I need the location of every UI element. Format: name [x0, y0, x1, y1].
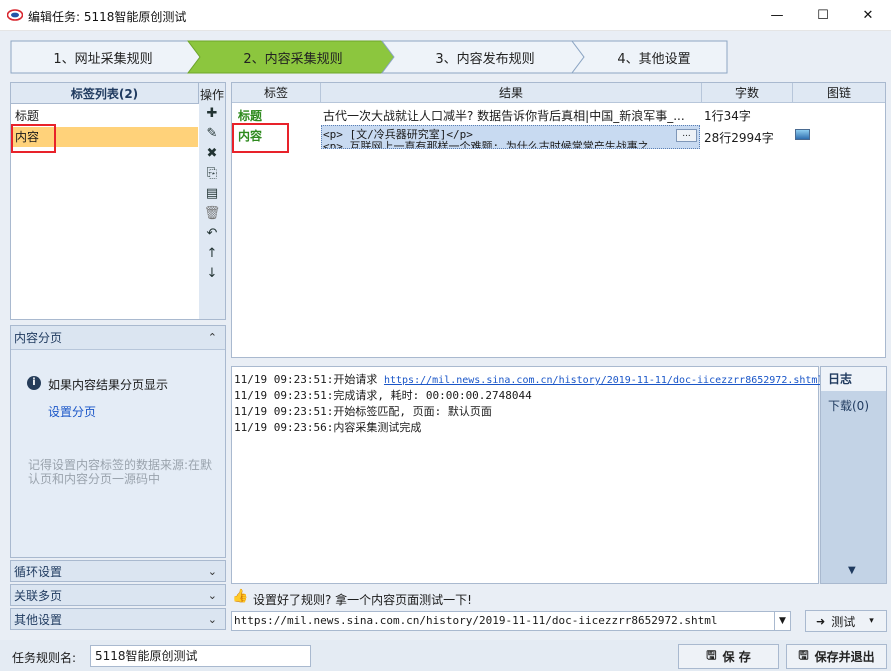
scroll-down-icon[interactable]: ▼ — [848, 565, 856, 576]
maximize-icon: ☐ — [817, 8, 829, 23]
task-name-label: 任务规则名: — [12, 651, 77, 665]
maximize-button[interactable]: ☐ — [800, 0, 846, 31]
log-panel: 11/19 09:23:51:开始请求 https://mil.news.sin… — [231, 366, 823, 584]
pagination-info-text: 如果内容结果分页显示 — [48, 378, 169, 392]
set-pagination-link[interactable]: 设置分页 — [48, 403, 96, 420]
save-icon: 🖫 — [706, 648, 717, 662]
chevron-down-icon: ⌄ — [207, 612, 217, 626]
login-arrow-icon: ➜ — [816, 614, 826, 628]
col-header-image[interactable]: 图链 — [793, 83, 885, 103]
accordion-label: 其他设置 — [14, 612, 63, 627]
minimize-button[interactable]: — — [754, 0, 800, 31]
paste-icon[interactable]: ▤ — [203, 185, 221, 201]
window-title: 编辑任务: 5118智能原创测试 — [28, 10, 187, 24]
tab-log[interactable]: 日志 — [821, 367, 886, 391]
col-header-count[interactable]: 字数 — [702, 83, 793, 103]
save-icon: 🖫 — [798, 648, 809, 662]
save-exit-button[interactable]: 🖫 保存并退出 — [786, 644, 887, 669]
chevron-down-icon: ⌄ — [207, 588, 217, 602]
copy-icon[interactable]: ⎘ — [203, 165, 221, 181]
tag-item-title[interactable]: 标题 — [12, 106, 198, 126]
collapse-up-icon[interactable]: ⌃ — [208, 331, 217, 344]
pagination-hint: 记得设置内容标签的数据来源:在默认页和内容分页一源码中 — [28, 458, 213, 486]
grid-row2-result-cell[interactable]: <p> [文/冷兵器研究室]</p> <p> 互联网上一直有那样一个难题: 为什… — [321, 125, 700, 149]
image-link-icon[interactable] — [795, 129, 810, 140]
pagination-header[interactable]: 内容分页 ⌃ — [11, 326, 225, 350]
log-line-text: 11/19 09:23:51:开始请求 — [234, 373, 384, 386]
delete-icon[interactable]: ✖ — [203, 145, 221, 161]
tab-download[interactable]: 下载(0) — [828, 397, 869, 414]
grid-row1-count: 1行34字 — [704, 109, 751, 123]
chevron-down-icon[interactable]: ▾ — [869, 616, 874, 626]
accordion-loop-settings[interactable]: 循环设置 ⌄ — [10, 560, 226, 582]
hint-text: 设置好了规则? 拿一个内容页面测试一下! — [253, 593, 472, 607]
info-icon: i — [27, 376, 41, 390]
step-content-rules[interactable]: 2、内容采集规则 — [196, 40, 390, 74]
chevron-down-icon: ⌄ — [207, 564, 217, 578]
wizard-steps: 1、网址采集规则 2、内容采集规则 3、内容发布规则 4、其他设置 — [10, 40, 728, 74]
task-name-input[interactable]: 5118智能原创测试 — [90, 645, 311, 667]
col-header-result[interactable]: 结果 — [321, 83, 702, 103]
step-publish-rules[interactable]: 3、内容发布规则 — [390, 40, 580, 74]
highlight-box-tag — [11, 124, 56, 153]
title-bar: 编辑任务: 5118智能原创测试 — ☐ ✕ — [0, 0, 891, 31]
log-line: 11/19 09:23:56:内容采集测试完成 — [234, 421, 422, 434]
accordion-label: 关联多页 — [14, 588, 63, 603]
test-url-input[interactable]: https://mil.news.sina.com.cn/history/201… — [234, 614, 772, 627]
close-button[interactable]: ✕ — [845, 0, 891, 31]
app-logo-icon — [7, 9, 23, 21]
pagination-header-label: 内容分页 — [14, 331, 63, 345]
hint-row: 👍 设置好了规则? 拿一个内容页面测试一下! — [231, 588, 886, 608]
test-button[interactable]: ➜ 测试 ▾ — [805, 610, 887, 632]
grid-row2-result-line2: <p> 互联网上一直有那样一个难题: 为什么古时候常常产生战事之 — [323, 140, 649, 148]
grid-row2-count: 28行2994字 — [704, 131, 774, 145]
save-button[interactable]: 🖫 保 存 — [678, 644, 779, 669]
close-icon: ✕ — [862, 8, 874, 23]
step-other-settings[interactable]: 4、其他设置 — [580, 40, 728, 74]
operations-column: 操作 ✚ ✎ ✖ ⎘ ▤ 🗑 ↶ ↑ ↓ — [199, 83, 225, 319]
tag-list-panel: 标签列表(2) 标题 内容 操作 ✚ ✎ ✖ ⎘ ▤ 🗑 ↶ ↑ ↓ — [10, 82, 226, 320]
log-line: 11/19 09:23:51:开始请求 https://mil.news.sin… — [234, 371, 823, 387]
move-down-icon[interactable]: ↓ — [203, 265, 221, 281]
col-header-tag[interactable]: 标签 — [232, 83, 321, 103]
content-pagination-panel: 内容分页 ⌃ i 如果内容结果分页显示 设置分页 记得设置内容标签的数据来源:在… — [10, 325, 226, 558]
accordion-label: 循环设置 — [14, 564, 63, 579]
add-icon[interactable]: ✚ — [203, 105, 221, 121]
dropdown-arrow-icon[interactable]: ▼ — [774, 612, 790, 630]
grid-row1-result[interactable]: 古代一次大战就让人口减半? 数据告诉你背后真相|中国_新浪军事_... — [323, 107, 698, 124]
results-grid: 标签 结果 字数 图链 标题 古代一次大战就让人口减半? 数据告诉你背后真相|中… — [231, 82, 886, 358]
tag-list-header: 标签列表(2) — [11, 83, 199, 104]
test-button-label: 测试 — [831, 614, 856, 629]
move-up-icon[interactable]: ↑ — [203, 245, 221, 261]
ellipsis-button[interactable]: ... — [676, 129, 697, 142]
test-url-combobox[interactable]: https://mil.news.sina.com.cn/history/201… — [231, 611, 791, 631]
highlight-box-grid — [232, 123, 289, 153]
thumbs-up-icon: 👍 — [232, 589, 249, 604]
undo-icon[interactable]: ↶ — [203, 225, 221, 241]
operations-label: 操作 — [199, 88, 224, 102]
minimize-icon: — — [770, 8, 784, 23]
edit-icon[interactable]: ✎ — [203, 125, 221, 141]
log-url-link[interactable]: https://mil.news.sina.com.cn/history/201… — [384, 375, 824, 386]
save-button-label: 保 存 — [722, 650, 751, 664]
step-url-rules[interactable]: 1、网址采集规则 — [10, 40, 196, 74]
accordion-other-settings[interactable]: 其他设置 ⌄ — [10, 608, 226, 630]
log-tabs: 日志 下载(0) ▼ — [820, 366, 887, 584]
save-exit-button-label: 保存并退出 — [814, 650, 875, 664]
trash-icon[interactable]: 🗑 — [203, 205, 221, 221]
log-line: 11/19 09:23:51:开始标签匹配, 页面: 默认页面 — [234, 405, 492, 418]
grid-row1-tag[interactable]: 标题 — [238, 107, 262, 124]
accordion-multi-page[interactable]: 关联多页 ⌄ — [10, 584, 226, 606]
log-line: 11/19 09:23:51:完成请求, 耗时: 00:00:00.274804… — [234, 389, 532, 402]
